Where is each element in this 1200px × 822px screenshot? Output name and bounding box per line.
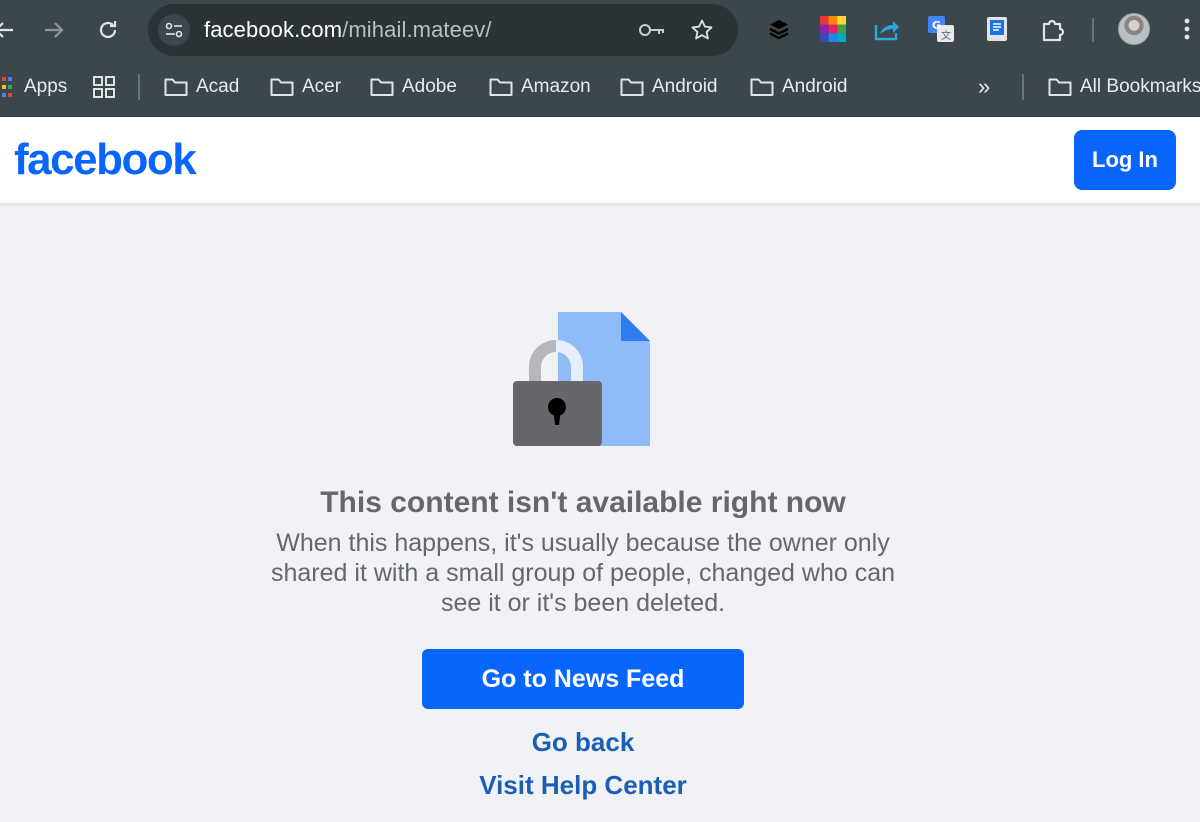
bookmark-folder-amazon[interactable]: Amazon	[489, 74, 591, 100]
folder-icon	[750, 78, 774, 96]
notebook-extension-icon[interactable]	[982, 14, 1012, 44]
forward-arrow-icon[interactable]	[36, 12, 72, 48]
unavailable-title: This content isn't available right now	[320, 486, 846, 519]
back-arrow-icon[interactable]	[0, 12, 22, 48]
bookmark-label: Android	[652, 76, 718, 97]
buffer-extension-icon[interactable]	[764, 14, 794, 44]
facebook-logo[interactable]: facebook	[14, 135, 197, 185]
reload-icon[interactable]	[90, 12, 126, 48]
bookmark-label: Acer	[302, 76, 342, 97]
login-button[interactable]: Log In	[1074, 130, 1176, 190]
svg-text:G: G	[932, 19, 941, 32]
bookmark-folder-acer[interactable]: Acer	[270, 74, 341, 100]
visit-help-center-link[interactable]: Visit Help Center	[383, 770, 783, 801]
translate-extension-icon[interactable]: G文	[926, 14, 956, 44]
folder-icon	[1048, 78, 1072, 96]
toolbar-divider	[1092, 18, 1094, 42]
unavailable-description: When this happens, it's usually because …	[271, 529, 895, 617]
bookmarks-divider	[138, 74, 140, 100]
bookmark-label: Amazon	[521, 76, 591, 97]
locked-content-illustration	[508, 310, 658, 450]
extensions-puzzle-icon[interactable]	[1038, 14, 1068, 44]
bookmark-label: Adobe	[402, 76, 457, 97]
url-path: /mihail.mateev/	[342, 17, 492, 42]
bookmark-folder-android-2[interactable]: Android	[750, 74, 848, 100]
folder-icon	[164, 78, 188, 96]
go-to-news-feed-button[interactable]: Go to News Feed	[422, 649, 744, 709]
url-text[interactable]: facebook.com/mihail.mateev/	[204, 17, 492, 43]
go-back-link[interactable]: Go back	[383, 727, 783, 758]
tab-groups-icon[interactable]	[92, 74, 116, 100]
folder-icon	[270, 78, 294, 96]
bookmarks-bar: Apps Acad Acer Adobe Amazon Android Andr…	[0, 62, 1200, 110]
bookmark-label: Apps	[24, 76, 68, 97]
menu-kebab-icon[interactable]	[1172, 14, 1200, 44]
folder-icon	[489, 78, 513, 96]
padlock-document-icon	[513, 312, 650, 446]
bookmark-folder-acad[interactable]: Acad	[164, 74, 239, 100]
site-settings-icon[interactable]	[158, 14, 190, 46]
bookmark-label: Android	[782, 76, 848, 97]
url-host: facebook.com	[204, 17, 343, 42]
browser-chrome: facebook.com/mihail.mateev/ G文 Apps Acad…	[0, 0, 1200, 117]
apps-grid-icon	[2, 77, 12, 97]
bookmark-folder-android[interactable]: Android	[620, 74, 718, 100]
address-bar[interactable]: facebook.com/mihail.mateev/	[148, 4, 738, 56]
folder-icon	[370, 78, 394, 96]
bookmark-folder-all-bookmarks[interactable]: All Bookmarks	[1048, 74, 1200, 100]
more-bookmarks-chevron-icon[interactable]: »	[978, 74, 990, 100]
star-icon[interactable]	[688, 16, 716, 44]
profile-avatar[interactable]	[1118, 13, 1150, 45]
key-icon[interactable]	[638, 16, 666, 44]
color-palette-extension-icon[interactable]	[818, 14, 848, 44]
browser-toolbar: facebook.com/mihail.mateev/ G文	[0, 0, 1200, 60]
bookmark-apps[interactable]: Apps	[2, 74, 67, 100]
bookmark-label: All Bookmarks	[1080, 76, 1200, 97]
bookmark-folder-adobe[interactable]: Adobe	[370, 74, 457, 100]
share-extension-icon[interactable]	[872, 14, 902, 44]
bookmark-label: Acad	[196, 76, 240, 97]
svg-text:文: 文	[941, 29, 951, 42]
facebook-header: facebook Log In	[0, 117, 1200, 203]
folder-icon	[620, 78, 644, 96]
bookmarks-divider	[1022, 74, 1024, 100]
